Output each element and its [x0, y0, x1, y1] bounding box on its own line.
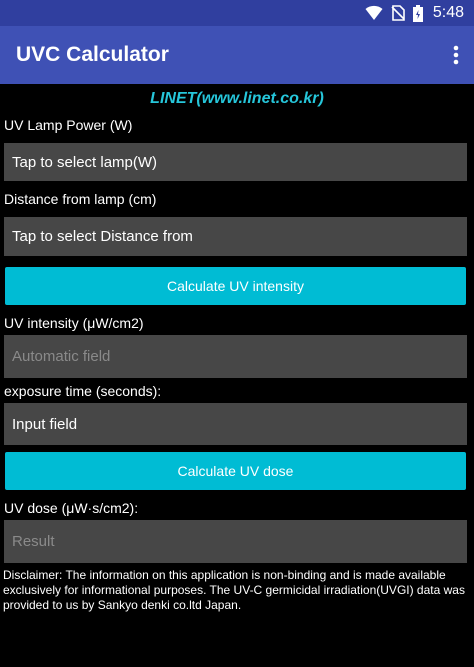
distance-spinner[interactable]: Tap to select Distance from	[4, 217, 467, 256]
calculate-intensity-button[interactable]: Calculate UV intensity	[5, 267, 466, 305]
more-vert-icon[interactable]	[438, 26, 474, 84]
dose-label: UV dose (μW·s/cm2):	[4, 500, 139, 516]
disclaimer-text: Disclaimer: The information on this appl…	[3, 568, 465, 612]
intensity-field[interactable]: Automatic field	[4, 335, 467, 378]
distance-label: Distance from lamp (cm)	[4, 191, 157, 207]
calculate-dose-button[interactable]: Calculate UV dose	[5, 452, 466, 490]
lamp-power-spinner[interactable]: Tap to select lamp(W)	[4, 143, 467, 181]
lamp-power-label: UV Lamp Power (W)	[4, 117, 133, 133]
battery-icon	[412, 4, 423, 22]
app-bar: UVC Calculator	[0, 26, 474, 84]
dose-result-field[interactable]: Result	[4, 520, 467, 563]
status-bar: 5:48	[0, 0, 474, 26]
intensity-label: UV intensity (μW/cm2)	[4, 315, 144, 331]
no-sim-icon	[391, 5, 405, 21]
exposure-time-input[interactable]: Input field	[4, 403, 467, 445]
wifi-icon	[365, 5, 383, 21]
linet-link[interactable]: LINET(www.linet.co.kr)	[0, 90, 474, 108]
exposure-label: exposure time (seconds):	[4, 383, 162, 399]
clock: 5:48	[432, 4, 464, 21]
app-title: UVC Calculator	[16, 43, 169, 66]
